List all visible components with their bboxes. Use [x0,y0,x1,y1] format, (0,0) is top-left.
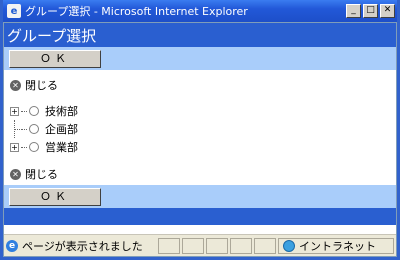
tree-row-kikaku: 企画部 [10,120,396,138]
minimize-button[interactable]: _ [346,4,361,18]
bottom-ok-area: ＯＫ [4,185,396,208]
x-circle-icon: ✕ [10,168,21,180]
page-content: グループ選択 ＯＫ ✕ 閉じる + 技術部 企画部 + 営業部 ✕ 閉じる ＯＫ [4,23,396,235]
radio-kikaku[interactable] [29,124,39,134]
ok-button-bottom[interactable]: ＯＫ [9,187,101,206]
ie-icon: e [7,4,21,18]
status-message: ページが表示されました [22,239,143,253]
close-link-label: 閉じる [25,79,58,92]
status-bar: e ページが表示されました イントラネット [4,234,396,256]
maximize-button[interactable]: □ [363,4,378,18]
tree-label: 営業部 [45,141,78,154]
tree-label: 企画部 [45,123,78,136]
close-link-label: 閉じる [25,168,58,181]
window-controls: _ □ ✕ [346,4,395,18]
page-done-icon: e [6,239,18,252]
status-message-cell: e ページが表示されました [4,238,156,254]
tree-row-eigyo: + 営業部 [10,138,396,156]
page-viewport: グループ選択 ＯＫ ✕ 閉じる + 技術部 企画部 + 営業部 ✕ 閉じる ＯＫ… [3,22,397,257]
close-link-top[interactable]: ✕ 閉じる [4,76,396,94]
x-circle-icon: ✕ [10,79,21,91]
tree-row-gijutsu: + 技術部 [10,102,396,120]
top-ok-area: ＯＫ [4,47,396,70]
plus-box-icon[interactable]: + [10,142,19,152]
close-link-bottom[interactable]: ✕ 閉じる [4,165,396,183]
browser-window: e グループ選択 - Microsoft Internet Explorer _… [0,0,400,260]
radio-gijutsu[interactable] [29,106,39,116]
tree-connector [10,120,22,138]
tree-connector [21,146,27,148]
plus-box-icon[interactable]: + [10,106,19,116]
zone-label: イントラネット [299,239,376,253]
status-cell [206,237,228,254]
intranet-globe-icon [283,239,295,252]
radio-eigyo[interactable] [29,142,39,152]
status-cell [158,237,180,254]
close-window-button[interactable]: ✕ [380,4,395,18]
status-cell [182,237,204,254]
status-cell [230,237,252,254]
tree-label: 技術部 [45,105,78,118]
zone-cell: イントラネット [278,237,394,254]
footer-bar [4,208,396,225]
group-tree: + 技術部 企画部 + 営業部 [4,102,396,156]
page-title: グループ選択 [4,23,396,47]
tree-connector [21,110,27,112]
title-bar: e グループ選択 - Microsoft Internet Explorer _… [3,0,397,22]
status-cell [254,237,276,254]
ok-button-top[interactable]: ＯＫ [9,49,101,68]
window-title: グループ選択 - Microsoft Internet Explorer [25,5,248,18]
